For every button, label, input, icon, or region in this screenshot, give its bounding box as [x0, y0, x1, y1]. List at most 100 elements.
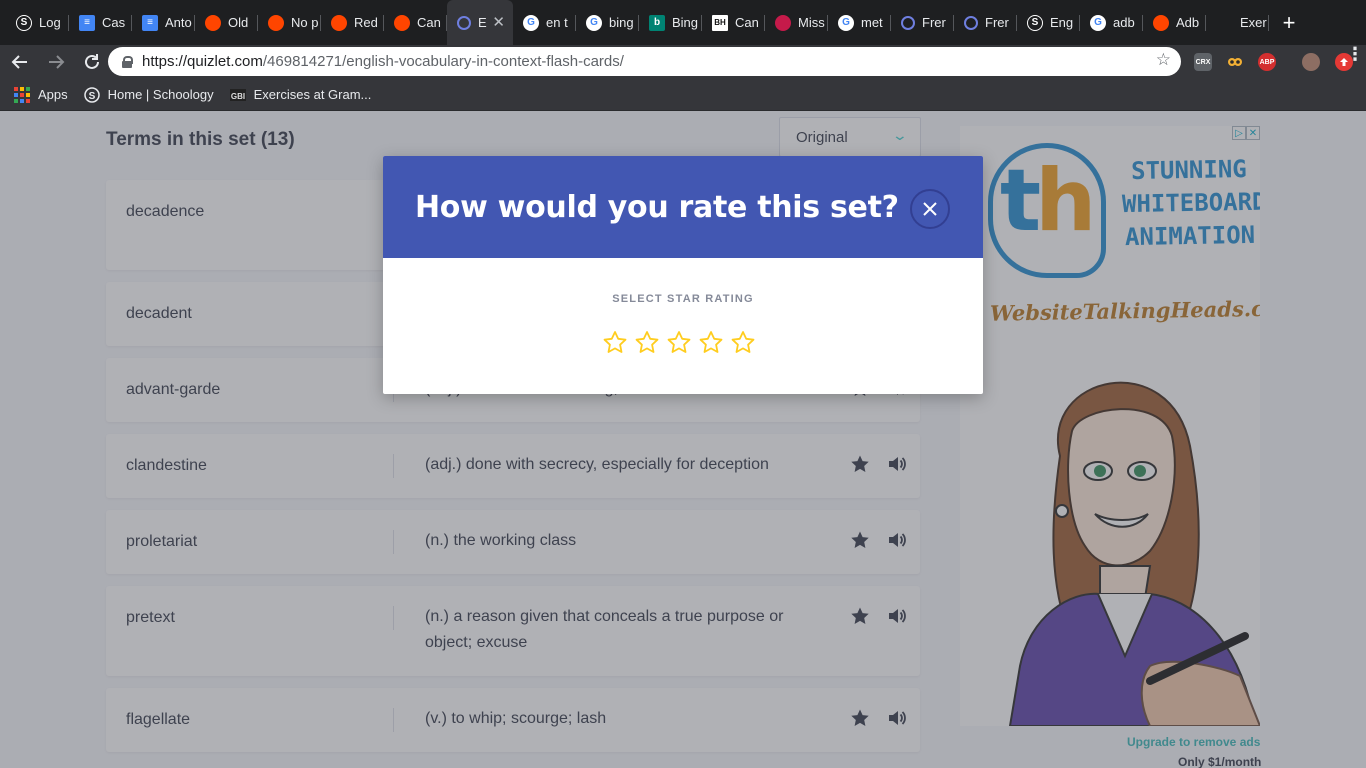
owl-extension-icon[interactable]: [1226, 53, 1244, 71]
star-rating: [602, 330, 756, 356]
schoology-icon: S: [1027, 14, 1043, 31]
browser-tab-label: Miss: [798, 15, 825, 30]
browser-tab[interactable]: Miss: [765, 0, 828, 45]
rating-star-5-icon[interactable]: [730, 330, 756, 356]
browser-tab-label: Adb: [1176, 15, 1200, 30]
browser-tab-label: No p: [291, 15, 319, 30]
google-docs-icon: ≡: [142, 14, 158, 31]
browser-tab[interactable]: BH Can: [702, 0, 765, 45]
arrow-right-icon: [49, 55, 65, 69]
arrow-left-icon: [11, 55, 27, 69]
browser-tab-label: Frer: [985, 15, 1009, 30]
address-bar[interactable]: https://quizlet.com/469814271/english-vo…: [108, 47, 1181, 76]
svg-text:S: S: [88, 91, 95, 102]
rating-label: SELECT STAR RATING: [612, 293, 754, 305]
apps-grid-icon: [14, 86, 30, 103]
lock-icon: [122, 55, 133, 68]
browser-tab-strip: S Log ≡ Cas ≡ Anto Old No p Red Can E ✕ Gen t Gbing b B…: [0, 0, 1366, 45]
rating-star-4-icon[interactable]: [698, 330, 724, 356]
reddit-alien-icon: [205, 14, 221, 31]
google-icon: G: [523, 14, 539, 31]
browser-menu-icon[interactable]: ⋮: [1346, 45, 1364, 63]
quizlet-icon: [964, 15, 978, 30]
google-icon: G: [838, 14, 854, 31]
rating-star-1-icon[interactable]: [602, 330, 628, 356]
browser-tab-label: Can: [735, 15, 759, 30]
browser-tab[interactable]: Frer: [954, 0, 1017, 45]
quizlet-icon: [901, 15, 915, 30]
browser-tab[interactable]: Red: [321, 0, 384, 45]
browser-tab-label: adb: [1113, 15, 1135, 30]
browser-tab[interactable]: S Log: [6, 0, 69, 45]
close-button[interactable]: [910, 189, 950, 229]
browser-tab[interactable]: Gmet: [828, 0, 891, 45]
browser-tab-label: E: [478, 15, 487, 30]
new-tab-button[interactable]: +: [1269, 0, 1309, 45]
browser-tab[interactable]: Adb: [1143, 0, 1206, 45]
gbi-icon: GBI: [229, 88, 246, 101]
modal-header: How would you rate this set?: [383, 156, 983, 258]
raspberry-icon: [775, 14, 791, 31]
browser-tab[interactable]: S Eng: [1017, 0, 1080, 45]
browser-tab-label: en t: [546, 15, 568, 30]
modal-title: How would you rate this set?: [415, 190, 899, 225]
browser-tab[interactable]: Frer: [891, 0, 954, 45]
rating-star-2-icon[interactable]: [634, 330, 660, 356]
browser-tab[interactable]: Gbing: [576, 0, 639, 45]
back-button[interactable]: [4, 48, 36, 76]
adblock-plus-button[interactable]: ABP: [1258, 53, 1276, 71]
bookmark-apps[interactable]: Apps: [14, 86, 68, 103]
bh-icon: BH: [712, 14, 728, 31]
bookmark-schoology-label: Home | Schoology: [107, 87, 214, 102]
google-docs-icon: ≡: [79, 14, 95, 31]
browser-tab[interactable]: Gen t: [513, 0, 576, 45]
bookmark-star-icon[interactable]: ☆: [1156, 50, 1171, 70]
browser-tab[interactable]: ≡ Anto: [132, 0, 195, 45]
reddit-icon: [268, 14, 284, 31]
rate-set-modal: How would you rate this set? SELECT STAR…: [383, 156, 983, 394]
svg-text:GBI: GBI: [231, 92, 245, 101]
browser-tab[interactable]: Exer: [1206, 0, 1269, 45]
browser-tab[interactable]: No p: [258, 0, 321, 45]
close-icon: [923, 202, 937, 216]
browser-toolbar: https://quizlet.com/469814271/english-vo…: [0, 45, 1366, 79]
browser-tab-label: Can: [417, 15, 441, 30]
schoology-icon: S: [16, 14, 32, 31]
browser-tab-label: Frer: [922, 15, 946, 30]
browser-tab[interactable]: b Bing: [639, 0, 702, 45]
google-icon: G: [1090, 14, 1106, 31]
url-host: https://quizlet.com: [142, 53, 263, 70]
bing-icon: b: [649, 14, 665, 31]
profile-avatar[interactable]: [1302, 53, 1320, 71]
bookmark-schoology[interactable]: S Home | Schoology: [83, 86, 214, 103]
bookmark-apps-label: Apps: [38, 87, 68, 102]
reload-button[interactable]: [76, 48, 108, 76]
reload-icon: [85, 54, 99, 69]
browser-tab-label: Eng: [1050, 15, 1074, 30]
browser-tab-label: Anto: [165, 15, 192, 30]
forward-button[interactable]: [40, 48, 72, 76]
browser-tab[interactable]: Old: [195, 0, 258, 45]
browser-tab-label: Log: [39, 15, 61, 30]
browser-tab[interactable]: Gadb: [1080, 0, 1143, 45]
reddit-icon: [394, 14, 410, 31]
browser-tab[interactable]: Can: [384, 0, 447, 45]
browser-tab[interactable]: E ✕: [447, 0, 513, 45]
browser-tab-label: Red: [354, 15, 378, 30]
quizlet-icon: [457, 15, 471, 30]
browser-tab-label: Bing: [672, 15, 699, 30]
browser-tab-label: bing: [609, 15, 634, 30]
schoology-icon: S: [83, 86, 100, 103]
url-path: /469814271/english-vocabulary-in-context…: [262, 53, 624, 70]
browser-tab-label: Old: [228, 15, 249, 30]
browser-tab-label: Exer: [1240, 15, 1267, 30]
browser-tab[interactable]: ≡ Cas: [69, 0, 132, 45]
browser-tab-label: Cas: [102, 15, 126, 30]
rating-star-3-icon[interactable]: [666, 330, 692, 356]
reddit-alien-icon: [1153, 14, 1169, 31]
bookmark-gram[interactable]: GBI Exercises at Gram...: [229, 87, 372, 103]
close-tab-icon[interactable]: ✕: [492, 13, 505, 31]
google-icon: G: [586, 14, 602, 31]
bookmark-gram-label: Exercises at Gram...: [253, 87, 372, 102]
crx-extension-button[interactable]: CRX: [1194, 53, 1212, 71]
